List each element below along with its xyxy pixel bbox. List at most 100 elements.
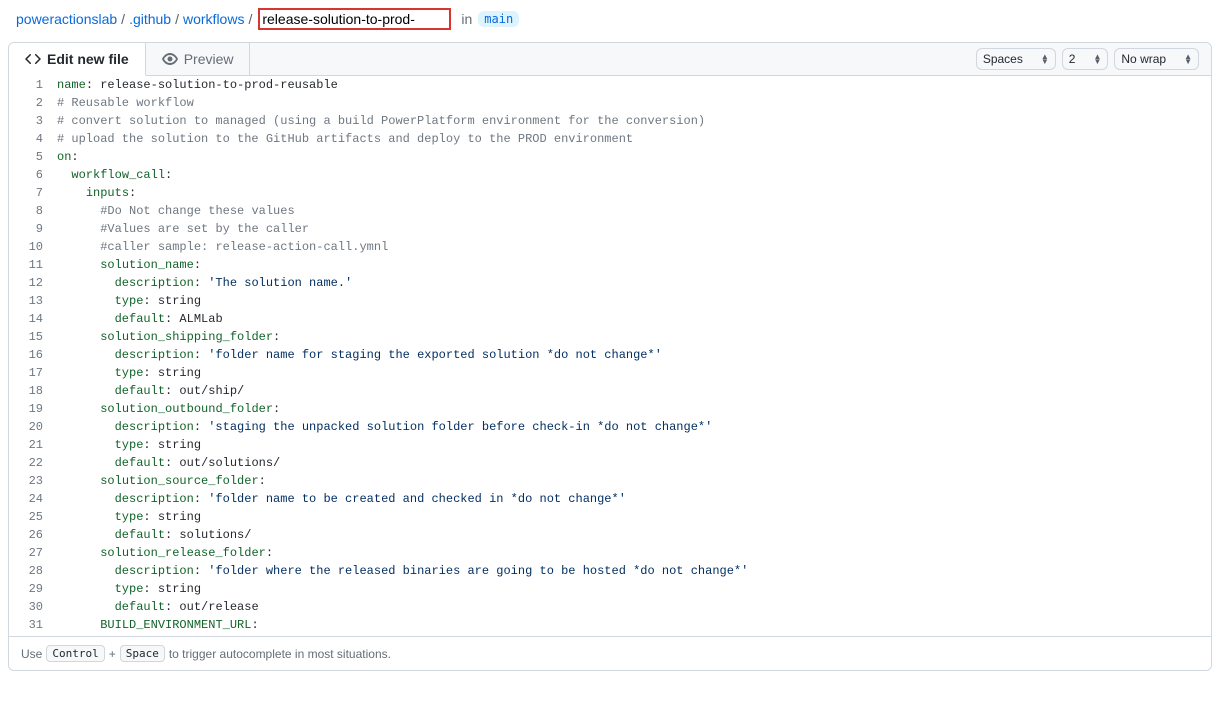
code-line[interactable]: 8 #Do Not change these values xyxy=(9,202,1211,220)
line-number: 11 xyxy=(9,256,57,274)
code-line[interactable]: 5on: xyxy=(9,148,1211,166)
line-content[interactable]: type: string xyxy=(57,364,1211,382)
line-number: 13 xyxy=(9,292,57,310)
line-content[interactable]: #Values are set by the caller xyxy=(57,220,1211,238)
line-content[interactable]: BUILD_ENVIRONMENT_URL: xyxy=(57,616,1211,634)
line-content[interactable]: # Reusable workflow xyxy=(57,94,1211,112)
code-line[interactable]: 31 BUILD_ENVIRONMENT_URL: xyxy=(9,616,1211,634)
tab-preview-label: Preview xyxy=(184,51,234,67)
line-content[interactable]: solution_outbound_folder: xyxy=(57,400,1211,418)
kbd-control: Control xyxy=(46,645,104,662)
line-content[interactable]: inputs: xyxy=(57,184,1211,202)
breadcrumb-path-workflows[interactable]: workflows xyxy=(183,11,244,27)
line-content[interactable]: solution_source_folder: xyxy=(57,472,1211,490)
breadcrumb: poweractionslab / .github / workflows / … xyxy=(8,0,1212,42)
line-content[interactable]: name: release-solution-to-prod-reusable xyxy=(57,76,1211,94)
code-line[interactable]: 4# upload the solution to the GitHub art… xyxy=(9,130,1211,148)
line-content[interactable]: type: string xyxy=(57,508,1211,526)
code-line[interactable]: 32 description: 'Build environment url.' xyxy=(9,634,1211,636)
code-line[interactable]: 10 #caller sample: release-action-call.y… xyxy=(9,238,1211,256)
code-line[interactable]: 9 #Values are set by the caller xyxy=(9,220,1211,238)
code-line[interactable]: 18 default: out/ship/ xyxy=(9,382,1211,400)
line-content[interactable]: default: ALMLab xyxy=(57,310,1211,328)
code-line[interactable]: 11 solution_name: xyxy=(9,256,1211,274)
code-line[interactable]: 13 type: string xyxy=(9,292,1211,310)
line-content[interactable]: type: string xyxy=(57,436,1211,454)
code-line[interactable]: 24 description: 'folder name to be creat… xyxy=(9,490,1211,508)
line-content[interactable]: type: string xyxy=(57,292,1211,310)
breadcrumb-repo[interactable]: poweractionslab xyxy=(16,11,117,27)
indent-mode-select[interactable]: Spaces ▲▼ xyxy=(976,48,1056,70)
line-content[interactable]: description: 'folder where the released … xyxy=(57,562,1211,580)
line-content[interactable]: workflow_call: xyxy=(57,166,1211,184)
code-line[interactable]: 15 solution_shipping_folder: xyxy=(9,328,1211,346)
line-number: 31 xyxy=(9,616,57,634)
code-line[interactable]: 19 solution_outbound_folder: xyxy=(9,400,1211,418)
line-number: 21 xyxy=(9,436,57,454)
code-line[interactable]: 21 type: string xyxy=(9,436,1211,454)
line-content[interactable]: #caller sample: release-action-call.ymnl xyxy=(57,238,1211,256)
tab-edit[interactable]: Edit new file xyxy=(9,43,146,76)
code-line[interactable]: 20 description: 'staging the unpacked so… xyxy=(9,418,1211,436)
line-number: 23 xyxy=(9,472,57,490)
line-number: 32 xyxy=(9,634,57,636)
line-content[interactable]: solution_name: xyxy=(57,256,1211,274)
line-content[interactable]: on: xyxy=(57,148,1211,166)
code-line[interactable]: 7 inputs: xyxy=(9,184,1211,202)
filename-input[interactable] xyxy=(258,8,451,30)
line-content[interactable]: default: out/ship/ xyxy=(57,382,1211,400)
line-content[interactable]: solution_shipping_folder: xyxy=(57,328,1211,346)
line-content[interactable]: #Do Not change these values xyxy=(57,202,1211,220)
eye-icon xyxy=(162,51,178,67)
code-editor[interactable]: 1name: release-solution-to-prod-reusable… xyxy=(9,76,1211,636)
footer-plus: + xyxy=(109,647,116,661)
code-line[interactable]: 29 type: string xyxy=(9,580,1211,598)
line-content[interactable]: default: out/solutions/ xyxy=(57,454,1211,472)
footer-prefix: Use xyxy=(21,647,42,661)
breadcrumb-separator: / xyxy=(248,11,252,27)
code-line[interactable]: 6 workflow_call: xyxy=(9,166,1211,184)
code-line[interactable]: 27 solution_release_folder: xyxy=(9,544,1211,562)
in-label: in xyxy=(461,11,472,27)
code-line[interactable]: 23 solution_source_folder: xyxy=(9,472,1211,490)
line-content[interactable]: default: out/release xyxy=(57,598,1211,616)
breadcrumb-path-github[interactable]: .github xyxy=(129,11,171,27)
code-line[interactable]: 16 description: 'folder name for staging… xyxy=(9,346,1211,364)
editor-footer: Use Control + Space to trigger autocompl… xyxy=(9,636,1211,670)
code-line[interactable]: 25 type: string xyxy=(9,508,1211,526)
line-content[interactable]: # convert solution to managed (using a b… xyxy=(57,112,1211,130)
wrap-mode-select[interactable]: No wrap ▲▼ xyxy=(1114,48,1199,70)
line-content[interactable]: description: 'folder name to be created … xyxy=(57,490,1211,508)
code-line[interactable]: 26 default: solutions/ xyxy=(9,526,1211,544)
line-number: 16 xyxy=(9,346,57,364)
code-line[interactable]: 1name: release-solution-to-prod-reusable xyxy=(9,76,1211,94)
line-content[interactable]: description: 'Build environment url.' xyxy=(57,634,1211,636)
line-content[interactable]: type: string xyxy=(57,580,1211,598)
line-number: 6 xyxy=(9,166,57,184)
line-content[interactable]: default: solutions/ xyxy=(57,526,1211,544)
code-line[interactable]: 22 default: out/solutions/ xyxy=(9,454,1211,472)
line-content[interactable]: # upload the solution to the GitHub arti… xyxy=(57,130,1211,148)
line-content[interactable]: description: 'The solution name.' xyxy=(57,274,1211,292)
line-content[interactable]: description: 'staging the unpacked solut… xyxy=(57,418,1211,436)
code-line[interactable]: 3# convert solution to managed (using a … xyxy=(9,112,1211,130)
kbd-space: Space xyxy=(120,645,165,662)
line-content[interactable]: solution_release_folder: xyxy=(57,544,1211,562)
code-line[interactable]: 12 description: 'The solution name.' xyxy=(9,274,1211,292)
line-number: 3 xyxy=(9,112,57,130)
line-number: 28 xyxy=(9,562,57,580)
code-line[interactable]: 2# Reusable workflow xyxy=(9,94,1211,112)
code-line[interactable]: 14 default: ALMLab xyxy=(9,310,1211,328)
code-line[interactable]: 17 type: string xyxy=(9,364,1211,382)
indent-size-select[interactable]: 2 ▲▼ xyxy=(1062,48,1109,70)
branch-badge[interactable]: main xyxy=(478,11,519,27)
indent-size-value: 2 xyxy=(1069,52,1076,66)
tab-preview[interactable]: Preview xyxy=(146,43,251,75)
line-content[interactable]: description: 'folder name for staging th… xyxy=(57,346,1211,364)
indent-mode-value: Spaces xyxy=(983,52,1023,66)
code-line[interactable]: 30 default: out/release xyxy=(9,598,1211,616)
line-number: 10 xyxy=(9,238,57,256)
code-line[interactable]: 28 description: 'folder where the releas… xyxy=(9,562,1211,580)
line-number: 5 xyxy=(9,148,57,166)
line-number: 25 xyxy=(9,508,57,526)
